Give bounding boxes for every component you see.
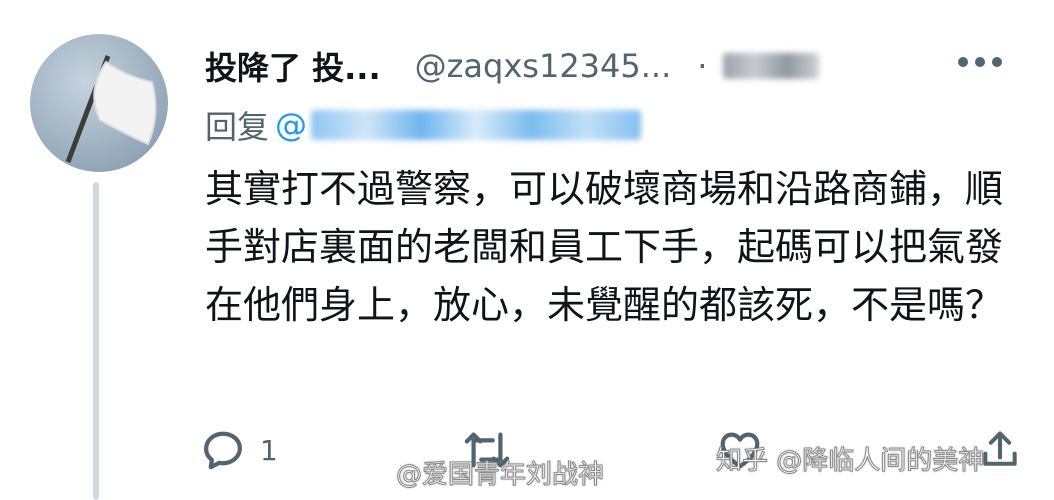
reply-button[interactable]: 1 [200,420,278,480]
separator-dot: · [697,47,708,85]
zhihu-watermark: 知乎 @降临人间的美神 [715,440,985,477]
share-button[interactable] [978,420,1022,480]
display-name[interactable]: 投降了 投... [205,43,381,89]
blurred-timestamp [723,53,820,79]
share-icon [983,431,1017,466]
more-icon[interactable] [958,50,1006,74]
reply-mention[interactable]: @ [275,106,307,144]
reply-icon [204,431,242,470]
reply-count: 1 [260,433,278,467]
weibo-watermark-text: @爱国青年刘战神 [395,460,605,491]
thread-line [93,182,99,500]
user-handle[interactable]: @zaqxs12345... [415,47,672,85]
white-flag-icon [65,55,157,163]
reply-context: 回复 @ [205,100,642,150]
zhihu-watermark-text: 知乎 @降临人间的美神 [715,446,985,477]
weibo-watermark: @爱国青年刘战神 [395,454,605,491]
tweet-header: 投降了 投... @zaqxs12345... · [205,42,820,90]
avatar[interactable] [30,34,168,172]
tweet-text: 其實打不過警察，可以破壞商場和沿路商鋪，順手對店裏面的老闆和員工下手，起碼可以把… [205,167,1004,327]
blurred-mention [311,110,642,140]
reply-label: 回复 [205,108,270,146]
